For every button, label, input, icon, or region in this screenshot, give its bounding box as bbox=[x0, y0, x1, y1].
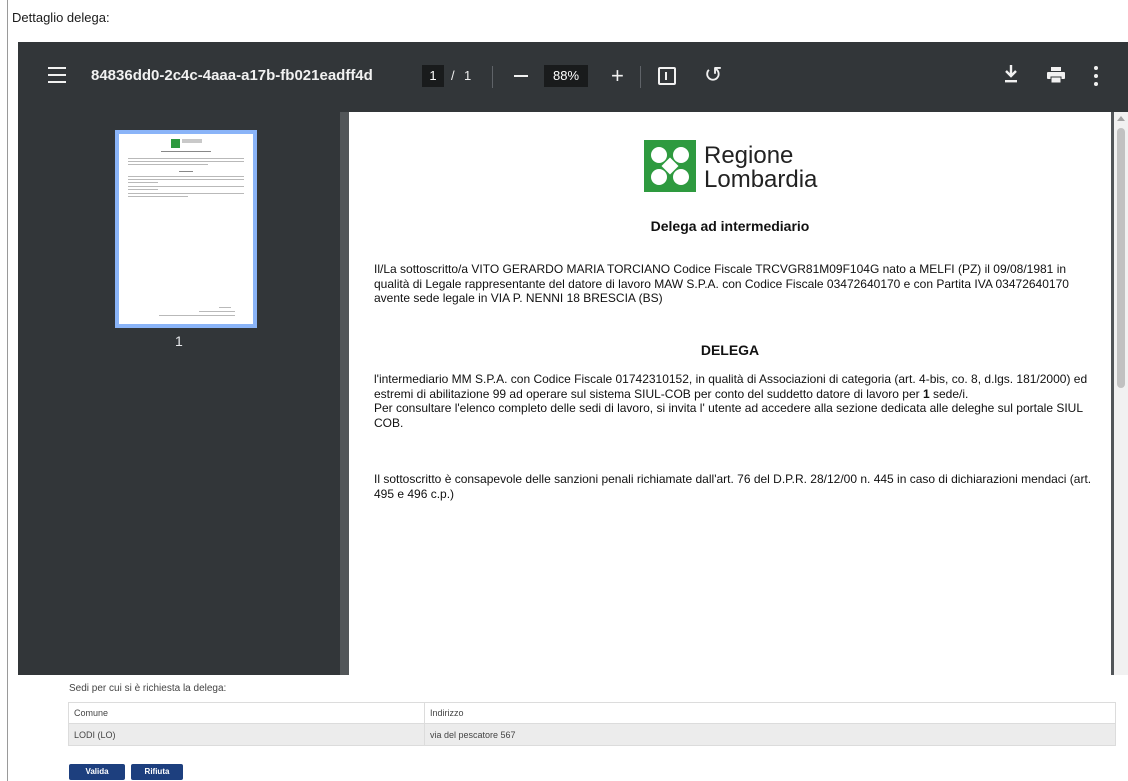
document-page: Regione Lombardia Delega ad intermediari… bbox=[349, 112, 1111, 675]
regione-lombardia-logo: Regione Lombardia bbox=[644, 136, 822, 200]
zoom-in-icon[interactable]: + bbox=[611, 64, 624, 88]
table-row: LODI (LO) via del pescatore 567 bbox=[68, 723, 1116, 746]
pdf-toolbar: 84836dd0-2c4c-4aaa-a17b-fb021eadff4d 1 /… bbox=[18, 42, 1128, 112]
sedi-table: Comune Indirizzo LODI (LO) via del pesca… bbox=[68, 702, 1116, 746]
download-icon[interactable] bbox=[1004, 64, 1018, 84]
table-header-row: Comune Indirizzo bbox=[68, 702, 1116, 724]
document-area: Regione Lombardia Delega ad intermediari… bbox=[340, 112, 1128, 675]
consult-text: Per consultare l'elenco completo delle s… bbox=[374, 401, 1083, 430]
more-options-icon[interactable] bbox=[1094, 66, 1098, 86]
thumbnail-logo-text bbox=[182, 139, 202, 143]
reject-button[interactable]: Rifiuta bbox=[131, 764, 183, 780]
cell-indirizzo: via del pescatore 567 bbox=[424, 723, 1116, 746]
thumbnail-page-number: 1 bbox=[175, 333, 183, 349]
validate-button[interactable]: Valida bbox=[69, 764, 125, 780]
delega-section-heading: DELEGA bbox=[700, 342, 760, 358]
pdf-viewer: 84836dd0-2c4c-4aaa-a17b-fb021eadff4d 1 /… bbox=[18, 42, 1128, 675]
column-header-indirizzo: Indirizzo bbox=[424, 702, 1116, 724]
thumbnail-sidebar: 1 bbox=[18, 112, 340, 675]
declaration-paragraph: Il sottoscritto è consapevole delle sanz… bbox=[374, 472, 1092, 501]
fit-to-page-icon[interactable] bbox=[658, 67, 676, 85]
column-header-comune: Comune bbox=[68, 702, 425, 724]
scroll-up-icon[interactable] bbox=[1117, 116, 1125, 121]
logo-text: Regione Lombardia bbox=[704, 144, 817, 192]
print-icon[interactable] bbox=[1047, 67, 1065, 84]
rotate-icon[interactable]: ↺ bbox=[704, 62, 722, 88]
page-separator: / bbox=[451, 68, 455, 83]
total-pages: 1 bbox=[464, 68, 472, 83]
sedi-section-label: Sedi per cui si è richiesta la delega: bbox=[69, 683, 227, 694]
menu-icon[interactable] bbox=[48, 67, 66, 87]
document-title-heading: Delega ad intermediario bbox=[650, 218, 810, 234]
document-title: 84836dd0-2c4c-4aaa-a17b-fb021eadff4d bbox=[91, 67, 373, 84]
cell-comune: LODI (LO) bbox=[68, 723, 425, 746]
toolbar-divider bbox=[640, 66, 641, 88]
delega-paragraph: l'intermediario MM S.P.A. con Codice Fis… bbox=[374, 372, 1094, 430]
scrollbar-thumb[interactable] bbox=[1117, 128, 1125, 388]
logo-line-2: Lombardia bbox=[704, 166, 818, 193]
regione-lombardia-logo-icon bbox=[644, 140, 696, 192]
sedi-count: 1 bbox=[922, 386, 930, 401]
delega-text: l'intermediario MM S.P.A. con Codice Fis… bbox=[374, 372, 1088, 401]
page-thumbnail[interactable] bbox=[115, 130, 257, 328]
toolbar-divider bbox=[492, 66, 493, 88]
logo-line-1: Regione bbox=[704, 142, 794, 169]
sedi-suffix: sede/i. bbox=[933, 386, 969, 401]
page-title: Dettaglio delega: bbox=[12, 10, 110, 25]
vertical-scrollbar[interactable] bbox=[1114, 112, 1128, 675]
zoom-input[interactable]: 88% bbox=[544, 65, 588, 87]
zoom-out-icon[interactable] bbox=[514, 75, 528, 77]
page-number-input[interactable]: 1 bbox=[422, 65, 444, 87]
document-intro-paragraph: Il/La sottoscritto/a VITO GERARDO MARIA … bbox=[374, 262, 1069, 305]
thumbnail-logo-icon bbox=[171, 139, 180, 148]
left-border-line bbox=[7, 0, 8, 781]
